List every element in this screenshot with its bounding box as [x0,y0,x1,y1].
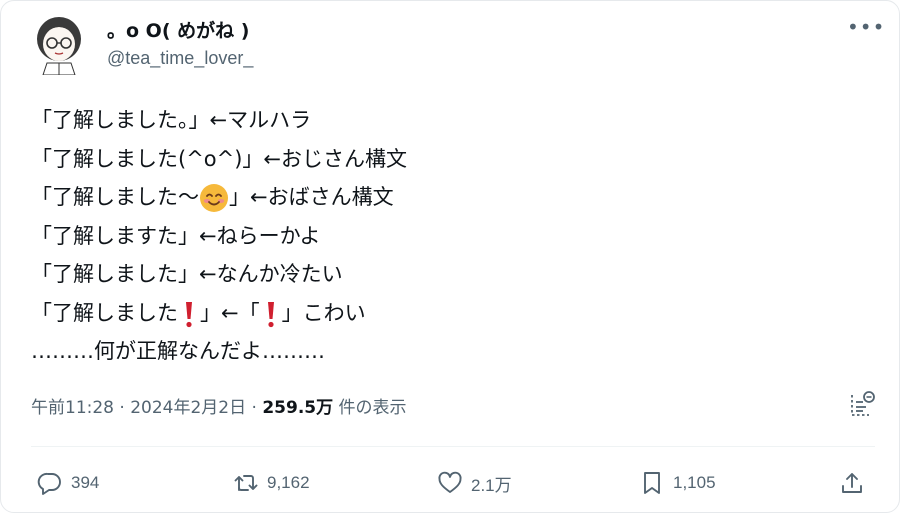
more-icon[interactable]: ••• [847,15,885,39]
tweet-text: 「了解しました。」←マルハラ 「了解しました(^o^)」←おじさん構文 「了解し… [31,101,851,371]
tweet-line-text: 」←おばさん構文 [229,185,394,209]
exclamation-emoji [267,301,274,327]
like-count: 2.1万 [471,475,512,495]
repost-icon [234,475,258,491]
like-button[interactable]: 2.1万 [437,461,512,505]
tweet-time[interactable]: 午前11:28 [31,398,114,418]
avatar[interactable] [33,15,85,75]
tweet-line: 「了解しました 」←「 」こわい [31,294,851,333]
views-label[interactable]: 件の表示 [333,398,407,418]
tweet-line-text: 」←「 [200,300,260,325]
smiling-face-emoji [200,184,228,212]
tweet-line-text: 「了解しました〜 [31,185,199,209]
meta-separator: · [246,398,263,418]
exclamation-emoji [186,301,192,327]
repost-button[interactable]: 9,162 [233,461,310,505]
summary-icon[interactable] [847,389,877,419]
tweet-line: ………何が正解なんだよ……… [31,339,325,363]
bookmark-icon [644,472,660,494]
author-display-name[interactable]: 。o O( めがね ) [107,16,249,43]
tweet-line: 「了解しました〜 」←おばさん構文 [31,178,851,217]
tweet-line: 「了解しますた」←ねらーかよ [31,223,321,248]
tweet-line: 「了解しました。」←マルハラ [31,108,312,132]
tweet-date[interactable]: 2024年2月2日 [130,398,246,418]
tweet-line: 「了解しました」←なんか冷たい [31,262,343,286]
bookmark-button[interactable]: 1,105 [639,461,716,505]
reply-icon [37,472,61,495]
tweet-line-text: 「了解しました [31,300,178,325]
tweet-card: 。o O( めがね ) @tea_time_lover_ ••• 「了解しました… [0,0,900,513]
bookmark-count: 1,105 [673,473,716,492]
divider [31,446,875,447]
heart-icon [438,471,462,493]
tweet-line-text: 」こわい [281,300,366,325]
tweet-line: 「了解しました(^o^)」←おじさん構文 [31,146,408,171]
repost-count: 9,162 [267,473,310,492]
author-handle[interactable]: @tea_time_lover_ [107,48,253,69]
action-bar: 394 9,162 2.1万 1,105 [1,461,900,505]
views-count[interactable]: 259.5万 [262,398,333,418]
share-icon [842,473,862,493]
reply-button[interactable]: 394 [37,461,99,505]
tweet-meta: 午前11:28 · 2024年2月2日 · 259.5万 件の表示 [31,393,407,418]
reply-count: 394 [71,473,100,492]
meta-separator: · [114,398,131,418]
share-button[interactable] [839,461,873,505]
